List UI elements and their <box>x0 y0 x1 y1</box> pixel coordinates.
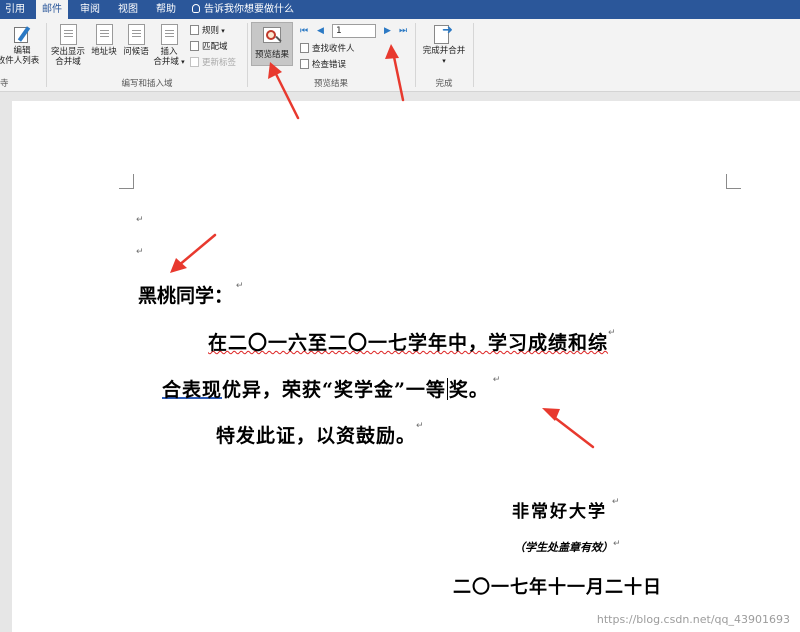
rules-label: 规则 <box>202 26 220 36</box>
chevron-down-icon: ▾ <box>178 58 185 66</box>
watermark-url: https://blog.csdn.net/qq_43901693 <box>596 613 790 626</box>
tab-references[interactable]: 引用 <box>0 0 30 19</box>
group-label-start: 寺 <box>0 79 9 89</box>
recipient-salutation: 黑桃同学： <box>138 285 234 307</box>
update-labels-icon <box>190 57 199 67</box>
find-recipient-icon <box>300 43 309 53</box>
chevron-down-icon: ▾ <box>442 57 446 65</box>
paragraph-mark: ↵ <box>608 328 617 338</box>
edit-recipients-line2: 收件人列表 <box>0 56 40 66</box>
insert-merge-field-button[interactable]: 插入 合并域 ▾ <box>153 24 185 67</box>
paragraph-mark: ↵ <box>416 421 425 431</box>
body-line-3: 特发此证，以资鼓励。↵ <box>216 421 425 448</box>
insert-field-icon <box>160 24 178 45</box>
check-errors-icon <box>300 59 309 69</box>
paragraph-mark: ↵ <box>136 247 144 257</box>
body-line-2: 合表现优异，荣获“奖学金”一等 奖。 ↵ <box>162 375 501 402</box>
greeting-line-icon <box>127 24 145 45</box>
find-recipient-button[interactable]: 查找收件人 <box>300 43 355 55</box>
preview-results-label: 预览结果 <box>254 50 289 60</box>
group-label-write-insert: 编写和插入域 <box>121 79 173 89</box>
greeting-line-label: 问候语 <box>123 47 149 57</box>
check-errors-button[interactable]: 检查错误 <box>300 59 346 71</box>
update-labels-button[interactable]: 更新标签 <box>190 57 236 69</box>
body-text-3: 特发此证，以资鼓励。 <box>216 425 417 447</box>
preview-magnifier-icon <box>261 27 283 45</box>
record-number-input[interactable]: 1 <box>332 24 376 38</box>
address-block-button[interactable]: 地址块 <box>89 24 119 57</box>
paragraph-mark: ↵ <box>613 539 621 549</box>
paragraph-mark: ↵ <box>233 281 244 291</box>
match-fields-label: 匹配域 <box>202 42 228 52</box>
ribbon-mailings: 编辑 收件人列表 寺 突出显示 合并域 地址块 问候语 插入 合并域 ▾ 规则 … <box>0 19 800 92</box>
tab-mailings[interactable]: 邮件 <box>36 0 68 20</box>
body-text-1: 在二〇一六至二〇一七学年中，学习成绩和综 <box>208 332 609 354</box>
tab-help[interactable]: 帮助 <box>150 0 182 19</box>
salutation-line: 黑桃同学： ↵ <box>138 281 243 308</box>
paragraph-mark: ↵ <box>607 497 622 507</box>
rules-button[interactable]: 规则 ▾ <box>190 25 225 37</box>
tab-view[interactable]: 视图 <box>112 0 144 19</box>
edit-list-icon <box>12 24 32 44</box>
first-record-button[interactable]: ⏮ <box>300 25 308 37</box>
margin-corner-mark <box>726 174 741 189</box>
previous-record-button[interactable]: ◀ <box>317 25 324 37</box>
body-text-2b: 优异，荣获“奖学金”一等 <box>222 379 446 401</box>
tell-me-label: 告诉我你想要做什么 <box>204 4 294 15</box>
address-block-icon <box>95 24 113 45</box>
ribbon-tab-bar: 引用 邮件 审阅 视图 帮助 告诉我你想要做什么 <box>0 0 800 20</box>
body-text-2a: 合表现 <box>162 379 223 401</box>
date-line: 二〇一七年十一月二十日 <box>453 573 662 599</box>
tab-review[interactable]: 审阅 <box>74 0 106 19</box>
certificate-date: 二〇一七年十一月二十日 <box>453 577 662 598</box>
highlight-line2: 合并域 <box>55 57 81 67</box>
margin-corner-mark <box>119 174 134 189</box>
highlight-line1: 突出显示 <box>50 47 85 57</box>
group-label-finish: 完成 <box>435 79 453 89</box>
greeting-line-button[interactable]: 问候语 <box>121 24 151 57</box>
lightbulb-icon <box>192 4 200 13</box>
seal-note: （学生处盖章有效） <box>514 541 613 554</box>
match-fields-button[interactable]: 匹配域 <box>190 41 228 53</box>
preview-results-button[interactable]: 预览结果 <box>251 22 293 66</box>
org-line: 非常好大学 ↵ <box>512 497 621 522</box>
check-errors-label: 检查错误 <box>312 60 347 70</box>
body-line-1: 在二〇一六至二〇一七学年中，学习成绩和综↵ <box>208 328 617 355</box>
paragraph-mark: ↵ <box>136 215 144 225</box>
rules-icon <box>190 25 199 35</box>
insert-field-line1: 插入 <box>160 47 178 57</box>
next-record-button[interactable]: ▶ <box>384 25 391 37</box>
body-text-2c: 奖。 <box>448 379 489 401</box>
organization-name: 非常好大学 <box>512 502 607 522</box>
edit-recipients-line1: 编辑 <box>13 46 31 56</box>
highlight-fields-icon <box>59 24 77 45</box>
group-separator <box>415 23 416 87</box>
paragraph-mark: ↵ <box>488 375 502 385</box>
update-labels-label: 更新标签 <box>202 58 237 68</box>
insert-field-line2: 合并域 <box>153 57 179 67</box>
finish-merge-label: 完成并合并 <box>422 46 466 56</box>
edit-recipient-list-button[interactable]: 编辑 收件人列表 <box>0 24 42 66</box>
finish-merge-icon <box>433 24 455 44</box>
seal-line: （学生处盖章有效）↵ <box>514 539 621 555</box>
group-separator <box>473 23 474 87</box>
text-cursor <box>446 378 448 400</box>
find-recipient-label: 查找收件人 <box>312 44 355 54</box>
address-block-label: 地址块 <box>91 47 117 57</box>
finish-merge-button[interactable]: 完成并合并 ▾ <box>419 24 469 66</box>
tell-me-search[interactable]: 告诉我你想要做什么 <box>192 0 294 19</box>
document-page[interactable]: ↵ ↵ 黑桃同学： ↵ 在二〇一六至二〇一七学年中，学习成绩和综↵ 合表现优异，… <box>12 101 800 632</box>
group-separator <box>46 23 47 87</box>
group-label-preview: 预览结果 <box>313 79 348 89</box>
group-separator <box>247 23 248 87</box>
last-record-button[interactable]: ⏭ <box>399 25 407 37</box>
match-fields-icon <box>190 41 199 51</box>
highlight-merge-fields-button[interactable]: 突出显示 合并域 <box>50 24 86 67</box>
chevron-down-icon: ▾ <box>219 27 225 35</box>
